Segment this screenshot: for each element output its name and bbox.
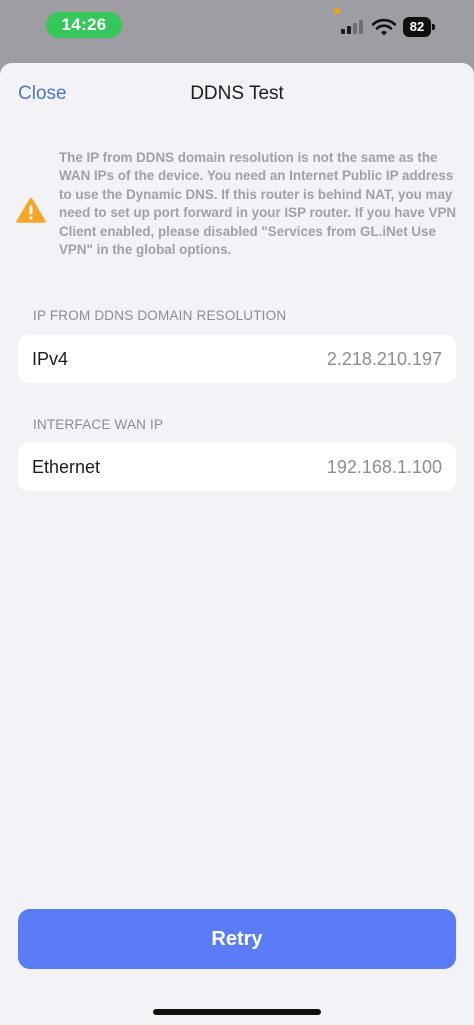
home-indicator[interactable] (153, 1009, 321, 1015)
page-title: DDNS Test (190, 83, 284, 104)
wan-ip-label: Ethernet (32, 457, 101, 477)
warning-icon (16, 197, 46, 223)
mic-indicator-dot (334, 8, 340, 14)
status-time: 14:26 (46, 12, 122, 38)
wan-ip-value: 192.168.1.100 (326, 457, 442, 477)
signal-icon (341, 20, 365, 34)
battery-level: 82 (403, 17, 431, 37)
ddns-test-sheet: Close DDNS Test The IP from DDNS domain … (0, 63, 474, 1025)
wan-ip-row: Ethernet 192.168.1.100 (18, 443, 456, 491)
wifi-icon (371, 18, 397, 36)
ddns-ip-row: IPv4 2.218.210.197 (18, 335, 456, 383)
battery-cap (432, 24, 435, 30)
warning-message: The IP from DDNS domain resolution is no… (59, 150, 457, 258)
ddns-ip-label: IPv4 (32, 349, 69, 369)
ddns-ip-value: 2.218.210.197 (326, 349, 442, 369)
section-header-wan: INTERFACE WAN IP (33, 417, 164, 432)
status-bar: 14:26 82 (0, 0, 474, 56)
battery-icon: 82 (403, 17, 435, 37)
retry-button[interactable]: Retry (18, 909, 456, 969)
section-header-ddns: IP FROM DDNS DOMAIN RESOLUTION (33, 308, 287, 323)
